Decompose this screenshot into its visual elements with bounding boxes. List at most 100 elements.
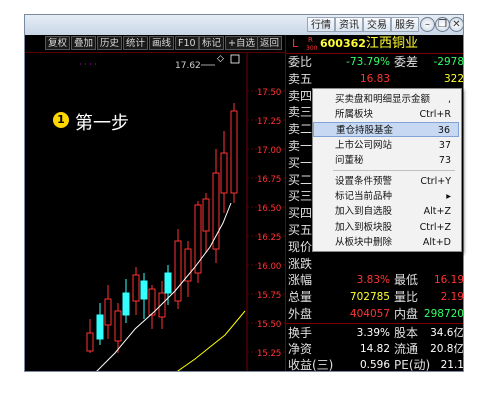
quote-label: 涨幅 bbox=[288, 273, 313, 288]
quote-label: 卖五 bbox=[288, 71, 313, 86]
prefix-label: L bbox=[292, 37, 299, 50]
menu-item-label: 加入到板块股 bbox=[335, 221, 393, 233]
menu-quotes[interactable]: 行情 bbox=[307, 17, 335, 32]
quote-label: 买三 bbox=[288, 189, 313, 204]
menu-item-shortcut: Ctrl+Y bbox=[420, 176, 451, 187]
price-axis-label: 17.50 bbox=[257, 88, 281, 98]
context-menu-item[interactable]: 加入到板块股 Ctrl+Z bbox=[313, 220, 459, 235]
fundamental-label-2: 股本 bbox=[394, 326, 419, 340]
fundamental-value: 14.82 bbox=[359, 343, 390, 355]
price-axis-label: 16.50 bbox=[257, 204, 281, 214]
quote-row: 卖五 16.83 322 bbox=[286, 71, 464, 87]
tool-draw[interactable]: 画线 bbox=[149, 36, 175, 50]
quote-value-2: 322 bbox=[443, 72, 464, 85]
price-axis-label: 17.00 bbox=[257, 146, 281, 156]
price-axis-label: 15.25 bbox=[257, 349, 281, 359]
candle-body bbox=[122, 292, 130, 316]
chart-toggle-icon bbox=[230, 54, 240, 64]
context-menu-item[interactable]: 从板块中删除 Alt+D bbox=[313, 235, 459, 250]
menu-item-shortcut: Alt+D bbox=[422, 236, 451, 248]
quote-label: 外盘 bbox=[288, 307, 313, 321]
menu-item-shortcut: ▸ bbox=[446, 191, 451, 203]
quote-label: 卖三 bbox=[288, 105, 313, 120]
menu-trade[interactable]: 交易 bbox=[363, 17, 391, 32]
tool-stats[interactable]: 统计 bbox=[123, 36, 149, 50]
menu-item-label: 问董秘 bbox=[335, 154, 364, 166]
fundamental-row: 收益(三) 0.596 PE(动) 21.1 bbox=[286, 357, 464, 372]
context-menu-item[interactable]: 设置条件预警 Ctrl+Y bbox=[313, 174, 459, 189]
candle-body bbox=[212, 172, 220, 250]
tool-mark[interactable]: 标记 bbox=[199, 36, 225, 50]
fundamental-value: 0.596 bbox=[359, 359, 390, 371]
menu-item-label: 标记当前品种 bbox=[335, 191, 393, 203]
stock-code: 600362 bbox=[320, 37, 366, 50]
price-axis-label: 15.50 bbox=[257, 320, 281, 330]
quote-label: 卖二 bbox=[288, 122, 313, 137]
fundamental-row: 换手 3.39% 股本 34.6亿 bbox=[286, 325, 464, 341]
menu-item-shortcut: 73 bbox=[438, 154, 451, 166]
fundamental-label: 净资 bbox=[288, 342, 313, 356]
quote-value-2: -2978 bbox=[433, 56, 464, 68]
price-axis-label: 17.25 bbox=[257, 117, 281, 127]
menu-service[interactable]: 服务 bbox=[391, 17, 419, 32]
quote-label-2: 量比 bbox=[394, 290, 419, 305]
context-menu-item[interactable]: 标记当前品种 ▸ bbox=[313, 189, 459, 204]
top-menu-bar: 行情 资讯 交易 服务 – ❐ ✕ bbox=[25, 15, 463, 36]
high-price-label: 17.62 bbox=[175, 61, 201, 71]
fundamental-value-2: 20.8亿 bbox=[430, 343, 464, 355]
quote-label-2: 最低 bbox=[394, 273, 419, 288]
quote-value-2: 298720 bbox=[423, 308, 464, 320]
quote-label-2: 委差 bbox=[394, 55, 419, 69]
tool-back[interactable]: 返回 bbox=[257, 36, 283, 50]
quote-value: 404057 bbox=[349, 308, 390, 320]
candle-body bbox=[164, 272, 172, 294]
menu-item-label: 设置条件预警 bbox=[335, 176, 393, 187]
restore-icon[interactable]: ❐ bbox=[435, 17, 450, 32]
context-menu: 买卖盘和明细显示金额, 所属板块 Ctrl+R 重仓持股基金 36 上市公司网站 37 问董秘… bbox=[312, 88, 462, 252]
context-menu-item[interactable]: 所属板块 Ctrl+R bbox=[313, 107, 459, 122]
quote-value: 702785 bbox=[349, 291, 390, 304]
price-axis-label: 16.75 bbox=[257, 175, 281, 185]
quote-label: 买二 bbox=[288, 172, 313, 187]
quote-label: 买四 bbox=[288, 206, 313, 221]
menu-item-shortcut: 37 bbox=[438, 139, 451, 151]
quote-label: 卖一 bbox=[288, 139, 313, 153]
tool-add-watchlist[interactable]: +自选 bbox=[225, 36, 258, 50]
context-menu-item[interactable]: 问董秘 73 bbox=[313, 153, 459, 168]
candle-body bbox=[220, 152, 228, 194]
quote-row: 总量 702785 量比 2.19 bbox=[286, 289, 463, 305]
menu-item-label: 从板块中删除 bbox=[335, 236, 393, 248]
quote-row: 委比 -73.79% 委差 -2978 bbox=[286, 54, 464, 70]
menu-item-label: 所属板块 bbox=[335, 109, 374, 121]
fundamental-value-2: 21.1 bbox=[440, 359, 464, 371]
price-axis-label: 16.00 bbox=[257, 262, 281, 272]
context-menu-item[interactable]: 重仓持股基金 36 bbox=[313, 122, 459, 138]
close-icon[interactable]: ✕ bbox=[449, 17, 463, 32]
menu-item-label: 买卖盘和明细显示金额 bbox=[335, 94, 431, 105]
candlestick-chart[interactable]: 17.50 17.25 17.00 16.75 16.50 16.25 16.00 15.75… bbox=[25, 53, 285, 372]
candle-body bbox=[174, 240, 182, 302]
minimize-icon[interactable]: – bbox=[420, 17, 435, 32]
quote-label: 总量 bbox=[288, 290, 313, 305]
quote-row: 涨跌 bbox=[286, 256, 463, 272]
menu-item-shortcut: 36 bbox=[437, 125, 450, 137]
menu-item-label: 上市公司网站 bbox=[335, 139, 393, 151]
context-menu-item[interactable]: 上市公司网站 37 bbox=[313, 138, 459, 153]
fundamental-label-2: PE(动) bbox=[394, 358, 431, 372]
fundamental-value-2: 34.6亿 bbox=[430, 327, 464, 339]
fundamental-label: 收益(三) bbox=[288, 358, 334, 372]
quote-value: -73.79% bbox=[346, 56, 390, 68]
candle-body bbox=[132, 274, 140, 302]
tool-overlay[interactable]: 叠加 bbox=[71, 36, 97, 50]
menu-news[interactable]: 资讯 bbox=[335, 17, 363, 32]
tool-f10[interactable]: F10 bbox=[175, 36, 199, 50]
fundamental-label-2: 流通 bbox=[394, 342, 419, 356]
tool-fuquan[interactable]: 复权 bbox=[45, 36, 71, 50]
quote-label: 卖四 bbox=[288, 88, 313, 103]
chart-toolbar: 复权 叠加 历史 统计 画线 F10 标记 +自选 返回 bbox=[25, 35, 285, 53]
context-menu-item[interactable]: 加入到自选股 Alt+Z bbox=[313, 204, 459, 219]
tool-history[interactable]: 历史 bbox=[97, 36, 123, 50]
quote-label: 买五 bbox=[288, 223, 313, 237]
quote-label: 买一 bbox=[288, 155, 313, 170]
context-menu-item[interactable]: 买卖盘和明细显示金额, bbox=[313, 92, 459, 107]
